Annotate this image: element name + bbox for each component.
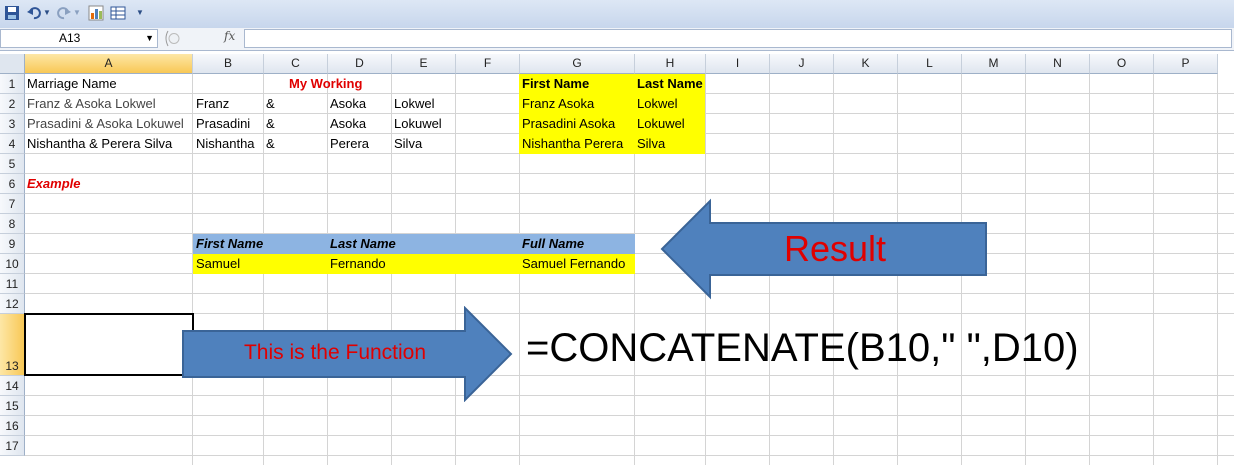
row-header-2[interactable]: 2 <box>0 94 25 114</box>
row-header-4[interactable]: 4 <box>0 134 25 154</box>
redo-dropdown-icon[interactable]: ▼ <box>72 5 82 21</box>
undo-dropdown-icon[interactable]: ▼ <box>42 5 52 21</box>
name-box-value: A13 <box>59 31 81 45</box>
formula-bar: A13 ▼ fx <box>0 28 1234 51</box>
column-header-a[interactable]: A <box>25 54 193 74</box>
column-header-k[interactable]: K <box>834 54 898 74</box>
row-gridline <box>25 193 1234 194</box>
cell-b10[interactable]: Samuel <box>194 254 240 274</box>
cell-g3[interactable]: Prasadini Asoka <box>520 114 615 134</box>
table-icon[interactable] <box>110 5 126 21</box>
active-cell-a13[interactable] <box>24 313 194 376</box>
row-header-14[interactable]: 14 <box>0 376 25 396</box>
cell-c4[interactable]: & <box>264 134 275 154</box>
cell-g9[interactable]: Full Name <box>520 234 584 254</box>
column-header-i[interactable]: I <box>706 54 770 74</box>
row-header-16[interactable]: 16 <box>0 416 25 436</box>
row-header-9[interactable]: 9 <box>0 234 25 254</box>
cell-b2[interactable]: Franz <box>194 94 229 114</box>
cell-g4[interactable]: Nishantha Perera <box>520 134 623 154</box>
function-formula-text: =CONCATENATE(B10," ",D10) <box>526 326 1079 370</box>
chart-icon[interactable] <box>88 5 104 21</box>
row-header-17[interactable]: 17 <box>0 436 25 456</box>
row-header-1[interactable]: 1 <box>0 74 25 94</box>
select-all-corner[interactable] <box>0 54 25 74</box>
customize-icon[interactable]: ▼ <box>134 5 146 21</box>
cell-a1[interactable]: Marriage Name <box>25 74 117 94</box>
cell-d10[interactable]: Fernando <box>328 254 386 274</box>
insert-function-icon[interactable]: fx <box>224 29 235 43</box>
name-box[interactable]: A13 ▼ <box>0 29 158 48</box>
cell-b3[interactable]: Prasadini <box>194 114 250 134</box>
column-header-b[interactable]: B <box>193 54 264 74</box>
cell-a4[interactable]: Nishantha & Perera Silva <box>25 134 172 154</box>
column-header-g[interactable]: G <box>520 54 635 74</box>
save-icon[interactable] <box>4 5 20 21</box>
row-gridline <box>25 415 1234 416</box>
cell-h4[interactable]: Silva <box>635 134 665 154</box>
redo-icon[interactable] <box>56 5 72 21</box>
row-gridline <box>25 455 1234 456</box>
column-header-d[interactable]: D <box>328 54 392 74</box>
row-gridline <box>25 435 1234 436</box>
cell-a6[interactable]: Example <box>25 174 80 194</box>
row-header-8[interactable]: 8 <box>0 214 25 234</box>
column-header-h[interactable]: H <box>635 54 706 74</box>
column-header-l[interactable]: L <box>898 54 962 74</box>
row-header-12[interactable]: 12 <box>0 294 25 314</box>
cell-e3[interactable]: Lokuwel <box>392 114 442 134</box>
row-header-7[interactable]: 7 <box>0 194 25 214</box>
column-header-m[interactable]: M <box>962 54 1026 74</box>
column-header-e[interactable]: E <box>392 54 456 74</box>
column-header-c[interactable]: C <box>264 54 328 74</box>
chevron-down-icon[interactable]: ▼ <box>145 30 154 47</box>
cell-h2[interactable]: Lokwel <box>635 94 677 114</box>
row-gridline <box>25 213 1234 214</box>
formula-input[interactable] <box>244 29 1232 48</box>
column-header-j[interactable]: J <box>770 54 834 74</box>
cell-d9[interactable]: Last Name <box>328 234 396 254</box>
row-gridline <box>25 173 1234 174</box>
row-header-3[interactable]: 3 <box>0 114 25 134</box>
result-label: Result <box>783 228 887 269</box>
undo-icon[interactable] <box>26 5 42 21</box>
row-header-6[interactable]: 6 <box>0 174 25 194</box>
cell-a2[interactable]: Franz & Asoka Lokwel <box>25 94 156 114</box>
column-header-o[interactable]: O <box>1090 54 1154 74</box>
cell-c1[interactable]: My Working <box>287 74 362 94</box>
cell-c2[interactable]: & <box>264 94 275 114</box>
quick-access-toolbar: ▼ ▼ ▼ <box>0 0 1234 29</box>
cell-d3[interactable]: Asoka <box>328 114 366 134</box>
row-header-10[interactable]: 10 <box>0 254 25 274</box>
column-header-n[interactable]: N <box>1026 54 1090 74</box>
cell-b9[interactable]: First Name <box>194 234 263 254</box>
cell-b4[interactable]: Nishantha <box>194 134 255 154</box>
cell-g10[interactable]: Samuel Fernando <box>520 254 625 274</box>
cell-a3[interactable]: Prasadini & Asoka Lokuwel <box>25 114 184 134</box>
cell-d2[interactable]: Asoka <box>328 94 366 114</box>
function-arrow-label: This is the Function <box>243 341 427 364</box>
cell-g2[interactable]: Franz Asoka <box>520 94 594 114</box>
cell-h3[interactable]: Lokuwel <box>635 114 685 134</box>
cell-d4[interactable]: Perera <box>328 134 369 154</box>
row-header-11[interactable]: 11 <box>0 274 25 294</box>
cell-c3[interactable]: & <box>264 114 275 134</box>
cell-h1[interactable]: Last Name <box>635 74 703 94</box>
row-header-15[interactable]: 15 <box>0 396 25 416</box>
row-header-5[interactable]: 5 <box>0 154 25 174</box>
column-header-f[interactable]: F <box>456 54 520 74</box>
cell-g1[interactable]: First Name <box>520 74 589 94</box>
cell-e4[interactable]: Silva <box>392 134 422 154</box>
column-header-p[interactable]: P <box>1154 54 1218 74</box>
row-header-13[interactable]: 13 <box>0 314 25 376</box>
row-gridline <box>25 293 1234 294</box>
cell-e2[interactable]: Lokwel <box>392 94 434 114</box>
